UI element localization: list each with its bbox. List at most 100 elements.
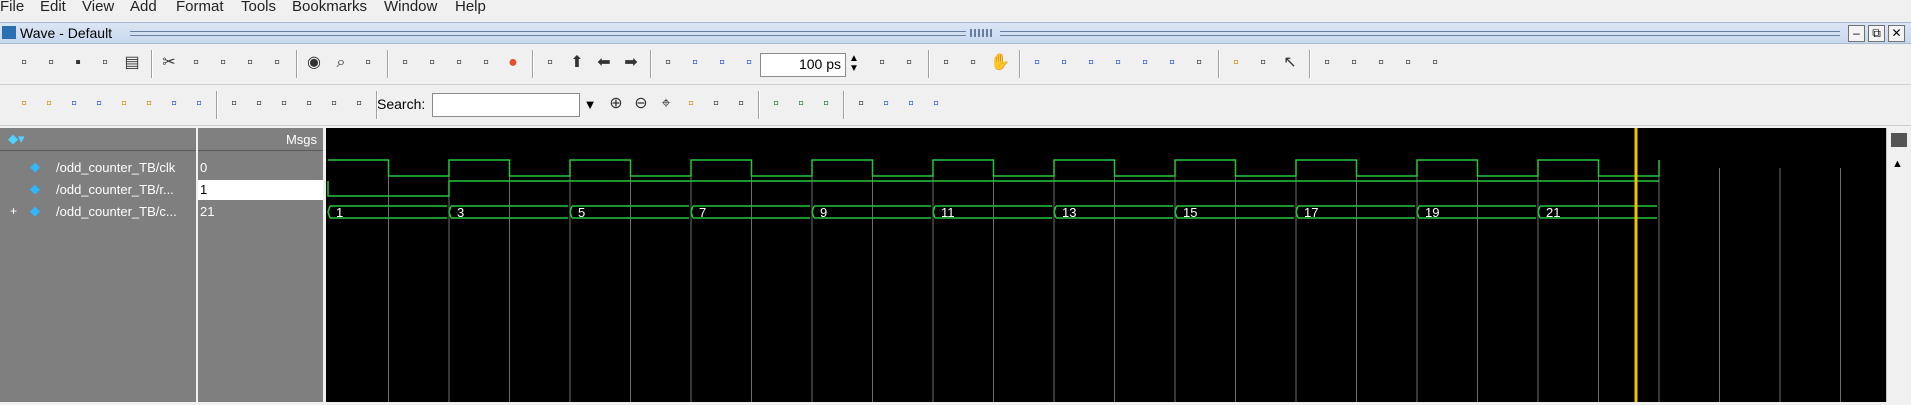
time-spin-icon[interactable]: ▲ ▼ bbox=[844, 54, 864, 74]
print-icon[interactable]: ▤ bbox=[122, 53, 142, 73]
edge-right-icon[interactable]: ▫ bbox=[89, 94, 109, 114]
zoom-window-icon[interactable]: ▫ bbox=[963, 53, 983, 73]
signal-row[interactable]: ◆ /odd_counter_TB/clk bbox=[0, 158, 196, 178]
forward-icon[interactable]: ➡ bbox=[621, 53, 641, 73]
menu-add[interactable]: Add bbox=[130, 0, 157, 15]
menu-tools[interactable]: Tools bbox=[241, 0, 276, 15]
zoom-fit-icon[interactable]: ⌖ bbox=[656, 94, 676, 114]
select-icon[interactable]: ↖ bbox=[1280, 53, 1300, 73]
restart-icon[interactable]: ▫ bbox=[872, 53, 892, 73]
step-dot-icon[interactable]: ▫ bbox=[901, 94, 921, 114]
step-out-icon[interactable]: ▫ bbox=[739, 53, 759, 73]
find-icon[interactable]: ⌕ bbox=[331, 53, 351, 73]
cursor-add-icon[interactable]: ▫ bbox=[14, 94, 34, 114]
paste-icon[interactable]: ▫ bbox=[213, 53, 233, 73]
close-icon[interactable]: ✕ bbox=[1888, 25, 1905, 42]
cursor-icon[interactable]: ▫ bbox=[1226, 53, 1246, 73]
step-icon[interactable]: ▫ bbox=[685, 53, 705, 73]
zoom-out-icon[interactable]: ⊖ bbox=[631, 94, 651, 114]
zoom-cursor-icon[interactable]: ▫ bbox=[681, 94, 701, 114]
step-line-icon[interactable]: ▫ bbox=[876, 94, 896, 114]
time-step-field[interactable]: 100 ps bbox=[760, 53, 846, 77]
zoom-last-icon[interactable]: ▫ bbox=[706, 94, 726, 114]
fill-icon[interactable]: ▫ bbox=[816, 94, 836, 114]
cont-icon[interactable]: ▫ bbox=[1054, 53, 1074, 73]
layout-icon[interactable]: ▫ bbox=[1425, 53, 1445, 73]
cursor-del-icon[interactable]: ▫ bbox=[39, 94, 59, 114]
new-file-icon[interactable]: ▫ bbox=[14, 53, 34, 73]
edge-back-icon[interactable]: ▫ bbox=[189, 94, 209, 114]
undock-icon[interactable]: ⧉ bbox=[1868, 25, 1885, 42]
insert-icon[interactable]: ▫ bbox=[540, 53, 560, 73]
drag-grip-icon[interactable] bbox=[970, 29, 994, 37]
sim-icon[interactable]: ▫ bbox=[422, 53, 442, 73]
menu-help[interactable]: Help bbox=[455, 0, 486, 15]
format-icon[interactable]: ▫ bbox=[358, 53, 378, 73]
search-bin2-icon[interactable]: ▫ bbox=[324, 94, 344, 114]
wave-window-titlebar[interactable]: Wave - Default – ⧉ ✕ bbox=[0, 22, 1911, 44]
search-dropdown-icon[interactable]: ▼ bbox=[580, 95, 600, 115]
minimize-icon[interactable]: – bbox=[1848, 25, 1865, 42]
step-over-icon[interactable]: ▫ bbox=[712, 53, 732, 73]
block-icon[interactable]: ▫ bbox=[791, 94, 811, 114]
shade-icon[interactable]: ▫ bbox=[851, 94, 871, 114]
next-edge-icon[interactable]: ▫ bbox=[1108, 53, 1128, 73]
wave-icon[interactable]: ▫ bbox=[449, 53, 469, 73]
undo-icon[interactable]: ▫ bbox=[240, 53, 260, 73]
edge-left-icon[interactable]: ▫ bbox=[64, 94, 84, 114]
menu-format[interactable]: Format bbox=[176, 0, 224, 15]
cut-icon[interactable]: ✂ bbox=[159, 53, 179, 73]
hand-icon[interactable]: ✋ bbox=[990, 53, 1010, 73]
menu-edit[interactable]: Edit bbox=[40, 0, 66, 15]
marker-icon[interactable]: ▫ bbox=[766, 94, 786, 114]
vertical-scrollbar[interactable]: ▲ bbox=[1886, 128, 1911, 402]
copy-icon[interactable]: ▫ bbox=[186, 53, 206, 73]
step-up-icon[interactable]: ▫ bbox=[1081, 53, 1101, 73]
zoom-in-icon[interactable]: ⊕ bbox=[606, 94, 626, 114]
break-icon[interactable]: ▫ bbox=[476, 53, 496, 73]
measure-icon[interactable]: ▫ bbox=[1371, 53, 1391, 73]
redo-icon[interactable]: ▫ bbox=[267, 53, 287, 73]
find-opt-icon[interactable]: ▫ bbox=[274, 94, 294, 114]
step-into-icon[interactable]: ▫ bbox=[1027, 53, 1047, 73]
edge-any-icon[interactable]: ▫ bbox=[164, 94, 184, 114]
time-icon[interactable]: ▫ bbox=[658, 53, 678, 73]
save-icon[interactable]: ▪ bbox=[68, 53, 88, 73]
stop-icon[interactable]: ● bbox=[503, 53, 523, 73]
back-icon[interactable]: ⬅ bbox=[594, 53, 614, 73]
search-bin3-icon[interactable]: ▫ bbox=[349, 94, 369, 114]
signal-row[interactable]: + ◆ /odd_counter_TB/c... bbox=[0, 202, 196, 222]
zoom-range-icon[interactable]: ▫ bbox=[731, 94, 751, 114]
up-icon[interactable]: ⬆ bbox=[567, 53, 587, 73]
menu-file[interactable]: File bbox=[0, 0, 24, 15]
find-prev-icon[interactable]: ▫ bbox=[224, 94, 244, 114]
list-icon[interactable]: ▫ bbox=[1398, 53, 1418, 73]
zoom-full-icon[interactable]: ▫ bbox=[936, 53, 956, 73]
menu-window[interactable]: Window bbox=[384, 0, 437, 15]
compile-icon[interactable]: ▫ bbox=[395, 53, 415, 73]
signal-menu-icon[interactable]: ◆▾ bbox=[8, 131, 25, 147]
step-dash-icon[interactable]: ▫ bbox=[926, 94, 946, 114]
search-input[interactable] bbox=[432, 93, 580, 117]
open-folder-icon[interactable]: ▫ bbox=[41, 53, 61, 73]
find-next-icon[interactable]: ▫ bbox=[249, 94, 269, 114]
scroll-up-icon[interactable]: ▲ bbox=[1892, 158, 1903, 170]
waveform-canvas[interactable]: 1 3 5 7 9 11 13 15 17 19 21 bbox=[326, 128, 1902, 402]
menu-view[interactable]: View bbox=[82, 0, 114, 15]
waveform-pane[interactable]: 1 3 5 7 9 11 13 15 17 19 21 bbox=[326, 128, 1902, 402]
first-edge-icon[interactable]: ▫ bbox=[1162, 53, 1182, 73]
move-icon[interactable]: ▫ bbox=[1344, 53, 1364, 73]
rise-icon[interactable]: ▫ bbox=[114, 94, 134, 114]
mem-icon[interactable]: ▫ bbox=[1189, 53, 1209, 73]
prev-edge-icon[interactable]: ▫ bbox=[1135, 53, 1155, 73]
signal-row[interactable]: ◆ /odd_counter_TB/r... bbox=[0, 180, 196, 200]
reload-icon[interactable]: ▫ bbox=[95, 53, 115, 73]
search-binoculars-icon[interactable]: ▫ bbox=[299, 94, 319, 114]
menu-bookmarks[interactable]: Bookmarks bbox=[292, 0, 367, 15]
fall-icon[interactable]: ▫ bbox=[139, 94, 159, 114]
probe-icon[interactable]: ▫ bbox=[1253, 53, 1273, 73]
box-icon[interactable]: ▫ bbox=[1317, 53, 1337, 73]
scroll-thumb[interactable] bbox=[1891, 133, 1907, 147]
halt-icon[interactable]: ▫ bbox=[899, 53, 919, 73]
run-icon[interactable]: ◉ bbox=[304, 53, 324, 73]
